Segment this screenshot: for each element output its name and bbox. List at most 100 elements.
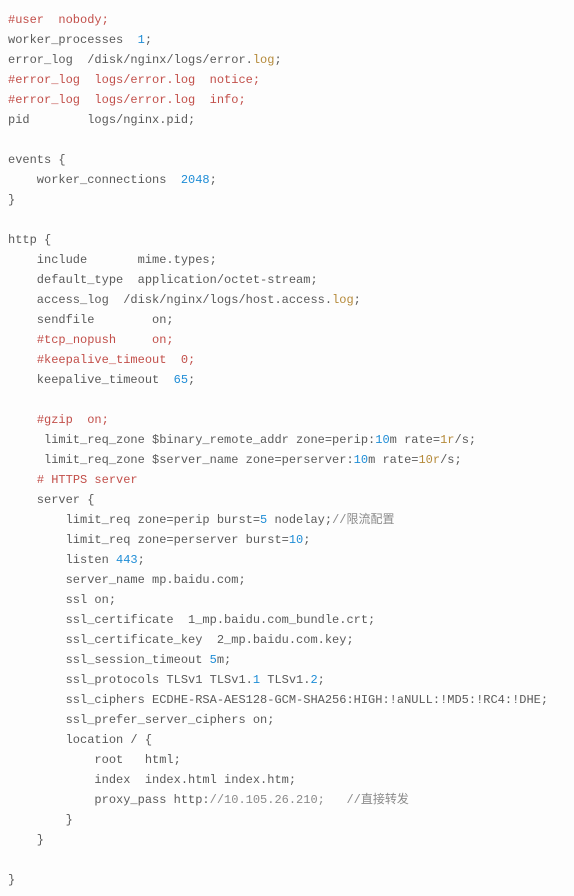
code-line: #gzip on;	[8, 413, 109, 427]
token-comment: #keepalive_timeout 0;	[37, 353, 195, 367]
token-log: log	[253, 53, 275, 67]
token-num: 10	[375, 433, 389, 447]
token-kw: ;	[354, 293, 361, 307]
code-line: listen 443;	[8, 553, 145, 567]
token-kw: default_type application/octet-stream;	[8, 273, 318, 287]
token-ratio: 1r	[440, 433, 454, 447]
code-line: limit_req zone=perip burst=5 nodelay;//限…	[8, 513, 394, 527]
token-comment: #error_log logs/error.log info;	[8, 93, 246, 107]
token-kw: ;	[210, 173, 217, 187]
code-line: ssl_certificate 1_mp.baidu.com_bundle.cr…	[8, 613, 375, 627]
token-num: 5	[210, 653, 217, 667]
code-line: keepalive_timeout 65;	[8, 373, 195, 387]
code-line: default_type application/octet-stream;	[8, 273, 318, 287]
code-line: worker_processes 1;	[8, 33, 152, 47]
token-kw: ;	[145, 33, 152, 47]
token-kw: }	[8, 813, 73, 827]
code-line: location / {	[8, 733, 152, 747]
code-line: }	[8, 813, 73, 827]
code-line: ssl_protocols TLSv1 TLSv1.1 TLSv1.2;	[8, 673, 325, 687]
code-line: root html;	[8, 753, 181, 767]
token-comment: #gzip on;	[37, 413, 109, 427]
code-line: #error_log logs/error.log info;	[8, 93, 246, 107]
code-line: ssl_certificate_key 2_mp.baidu.com.key;	[8, 633, 354, 647]
token-num: 443	[116, 553, 138, 567]
code-line: access_log /disk/nginx/logs/host.access.…	[8, 293, 361, 307]
code-line: limit_req_zone $binary_remote_addr zone=…	[8, 433, 476, 447]
token-kw: index index.html index.htm;	[8, 773, 296, 787]
token-kw	[8, 413, 37, 427]
code-line: events {	[8, 153, 66, 167]
token-kw	[8, 333, 37, 347]
token-num: 65	[174, 373, 188, 387]
code-line: }	[8, 833, 44, 847]
token-kw: limit_req_zone $binary_remote_addr zone=…	[8, 433, 375, 447]
token-kw: http {	[8, 233, 51, 247]
token-kw: worker_processes	[8, 33, 138, 47]
code-line: worker_connections 2048;	[8, 173, 217, 187]
token-kw: m rate=	[390, 433, 440, 447]
token-kw: ssl_session_timeout	[8, 653, 210, 667]
token-kw: ssl_certificate 1_mp.baidu.com_bundle.cr…	[8, 613, 375, 627]
token-kw: ;	[274, 53, 281, 67]
token-kw: ssl_protocols TLSv1 TLSv1.	[8, 673, 253, 687]
token-num: 10	[354, 453, 368, 467]
token-kw: /s;	[440, 453, 462, 467]
token-kw: /s;	[455, 433, 477, 447]
token-kw: ;	[303, 533, 310, 547]
token-kw: keepalive_timeout	[8, 373, 174, 387]
token-kw: ;	[318, 673, 325, 687]
token-num: 2048	[181, 173, 210, 187]
token-kw: ;	[138, 553, 145, 567]
token-kw: ;	[188, 373, 195, 387]
code-line: #user nobody;	[8, 13, 109, 27]
nginx-config-code: #user nobody; worker_processes 1; error_…	[0, 0, 574, 896]
token-kw: pid logs/nginx.pid;	[8, 113, 195, 127]
code-line: }	[8, 193, 15, 207]
token-num: 10	[289, 533, 303, 547]
token-log: log	[332, 293, 354, 307]
token-kw: limit_req zone=perip burst=	[8, 513, 260, 527]
token-url: //10.105.26.210; //直接转发	[210, 793, 409, 807]
code-line: sendfile on;	[8, 313, 174, 327]
code-line: pid logs/nginx.pid;	[8, 113, 195, 127]
code-line: http {	[8, 233, 51, 247]
code-line: limit_req_zone $server_name zone=perserv…	[8, 453, 462, 467]
token-kw: worker_connections	[8, 173, 181, 187]
code-line: ssl_ciphers ECDHE-RSA-AES128-GCM-SHA256:…	[8, 693, 548, 707]
token-kw: include mime.types;	[8, 253, 217, 267]
token-kw: proxy_pass http:	[8, 793, 210, 807]
code-line: index index.html index.htm;	[8, 773, 296, 787]
token-comment: #error_log logs/error.log notice;	[8, 73, 260, 87]
code-line: #error_log logs/error.log notice;	[8, 73, 260, 87]
token-kw: ssl_ciphers ECDHE-RSA-AES128-GCM-SHA256:…	[8, 693, 548, 707]
code-line: ssl_prefer_server_ciphers on;	[8, 713, 274, 727]
token-kw: m;	[217, 653, 231, 667]
code-line: # HTTPS server	[8, 473, 138, 487]
token-kw: }	[8, 833, 44, 847]
token-kw	[8, 473, 37, 487]
token-kw: access_log /disk/nginx/logs/host.access.	[8, 293, 332, 307]
token-kw: }	[8, 193, 15, 207]
code-line: #keepalive_timeout 0;	[8, 353, 195, 367]
token-kw: error_log /disk/nginx/logs/error.	[8, 53, 253, 67]
token-kw: listen	[8, 553, 116, 567]
token-num: 2	[310, 673, 317, 687]
code-line: server {	[8, 493, 94, 507]
code-line: }	[8, 873, 15, 887]
token-ratio: 10r	[418, 453, 440, 467]
code-line: ssl on;	[8, 593, 116, 607]
token-kw: nodelay;	[267, 513, 332, 527]
token-slash: //限流配置	[332, 513, 394, 527]
code-line: #tcp_nopush on;	[8, 333, 174, 347]
token-kw: ssl on;	[8, 593, 116, 607]
token-kw: TLSv1.	[260, 673, 310, 687]
code-line: limit_req zone=perserver burst=10;	[8, 533, 310, 547]
token-kw: server_name mp.baidu.com;	[8, 573, 246, 587]
code-line: server_name mp.baidu.com;	[8, 573, 246, 587]
code-line: error_log /disk/nginx/logs/error.log;	[8, 53, 282, 67]
token-kw: m rate=	[368, 453, 418, 467]
token-kw: location / {	[8, 733, 152, 747]
code-line: include mime.types;	[8, 253, 217, 267]
token-kw: server {	[8, 493, 94, 507]
